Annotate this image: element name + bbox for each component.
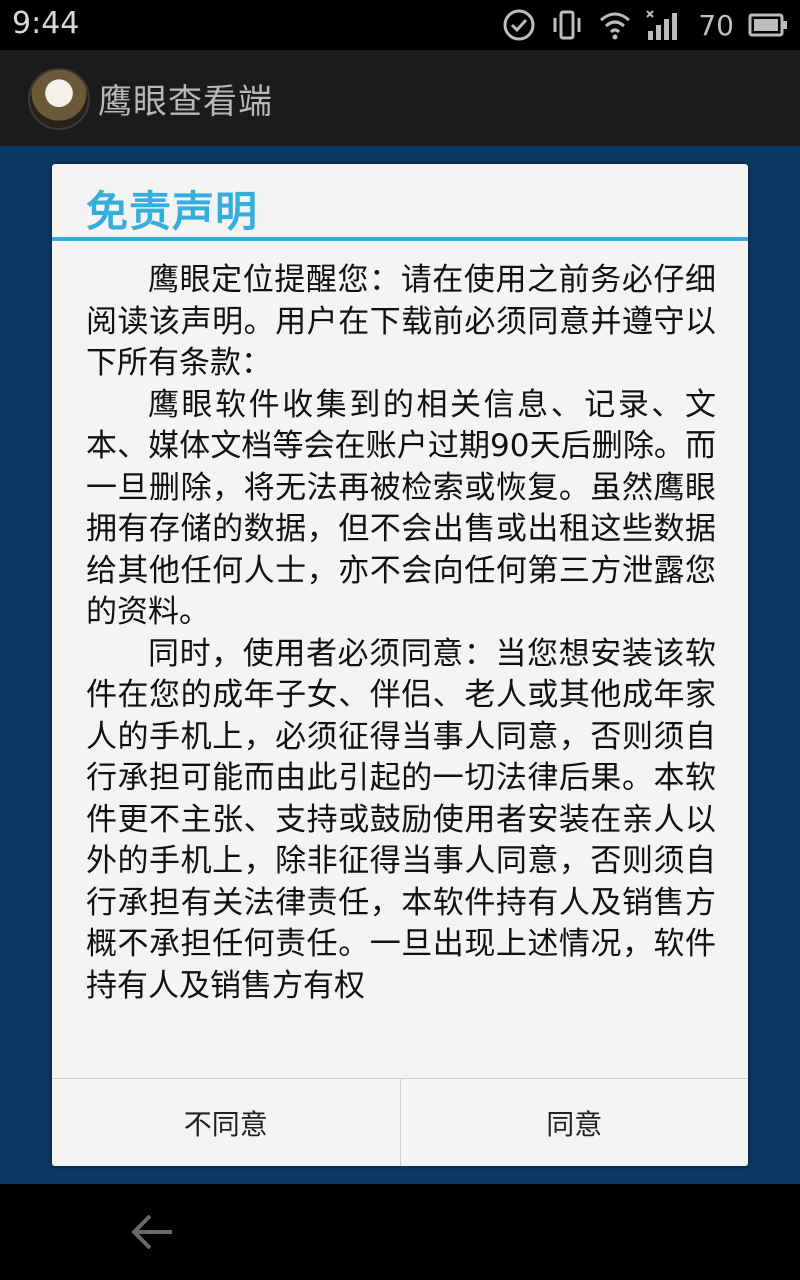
eagle-app-icon[interactable] [28, 68, 90, 130]
title-divider [52, 237, 748, 241]
disclaimer-paragraph: 鹰眼定位提醒您：请在使用之前务必仔细阅读该声明。用户在下载前必须同意并遵守以下所… [86, 262, 716, 381]
disclaimer-paragraph: 同时，使用者必须同意：当您想安装该软件在您的成年子女、伴侣、老人或其他成年家人的… [86, 635, 716, 1004]
check-circle-icon [502, 8, 536, 42]
agree-button[interactable]: 同意 [400, 1079, 748, 1166]
disclaimer-dialog: 免责声明 鹰眼定位提醒您：请在使用之前务必仔细阅读该声明。用户在下载前必须同意并… [52, 164, 748, 1166]
disclaimer-paragraph: 鹰眼软件收集到的相关信息、记录、文本、媒体文档等会在账户过期90天后删除。而一旦… [86, 386, 716, 631]
disagree-button[interactable]: 不同意 [52, 1079, 401, 1166]
dialog-button-bar: 不同意 同意 [52, 1078, 748, 1166]
app-title: 鹰眼查看端 [98, 82, 273, 122]
signal-icon [646, 9, 684, 41]
status-bar: 9:44 70 [0, 0, 800, 50]
battery-icon [748, 13, 788, 37]
disclaimer-text-scroll[interactable]: 鹰眼定位提醒您：请在使用之前务必仔细阅读该声明。用户在下载前必须同意并遵守以下所… [86, 260, 716, 1078]
back-arrow-icon[interactable] [128, 1212, 176, 1256]
app-bar: 鹰眼查看端 [0, 50, 800, 146]
dialog-title: 免责声明 [86, 187, 259, 236]
status-icons: 70 [502, 6, 788, 44]
vibrate-icon [550, 8, 584, 42]
battery-percent: 70 [698, 8, 734, 42]
wifi-icon [598, 10, 632, 40]
status-time: 9:44 [12, 6, 80, 41]
navigation-bar [0, 1184, 800, 1280]
